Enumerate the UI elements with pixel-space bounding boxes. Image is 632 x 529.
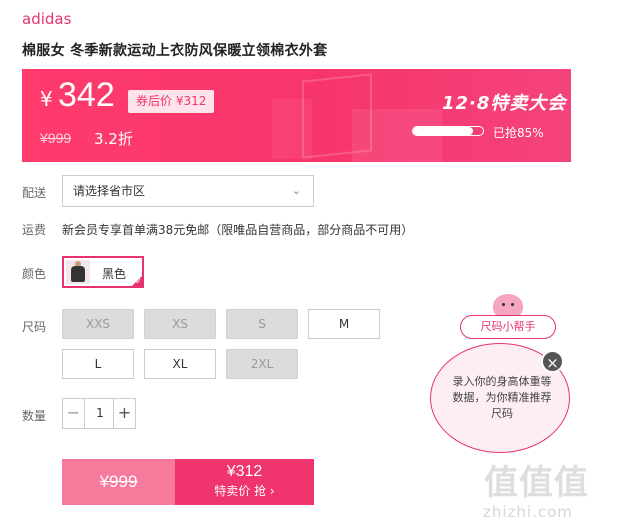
currency-symbol: ¥	[40, 87, 53, 111]
discount-label: 3.2折	[94, 130, 133, 148]
shipping-label: 运费	[22, 223, 47, 237]
size-option-xl[interactable]: XL	[144, 349, 216, 379]
delivery-label: 配送	[22, 186, 47, 200]
size-option-2xl[interactable]: 2XL	[226, 349, 298, 379]
watermark-logo: 值值值	[484, 463, 589, 503]
quantity-value[interactable]: 1	[86, 399, 114, 428]
original-price: ¥999	[40, 130, 72, 146]
chevron-down-icon: ⌄	[291, 184, 301, 197]
price-banner: ¥ 342 券后价 ¥312 ¥999 3.2折 12·8特卖大会 已抢85%	[22, 69, 571, 162]
buy-sale-price: ¥312	[226, 463, 263, 480]
size-option-xs[interactable]: XS	[144, 309, 216, 339]
buy-action-label: 特卖价 抢 ›	[214, 484, 275, 498]
watermark-url: zhizhi.com	[483, 503, 573, 521]
coupon-price-badge: 券后价 ¥312	[128, 90, 215, 113]
quantity-decrease-button[interactable]: −	[63, 399, 85, 428]
size-helper-tag[interactable]: 尺码小帮手	[460, 315, 556, 339]
buy-now-button[interactable]: ¥312 特卖价 抢 ›	[175, 459, 314, 505]
region-select[interactable]: 请选择省市区 ⌄	[62, 175, 314, 207]
sold-progress-bar	[412, 126, 484, 136]
shipping-info: 新会员专享首单满38元免邮（限唯品自营商品，部分商品不可用）	[62, 223, 414, 237]
color-option-black[interactable]: 黑色 ✓	[62, 256, 144, 288]
quantity-label: 数量	[22, 409, 47, 423]
current-price: 342	[58, 76, 115, 114]
color-thumbnail	[66, 260, 90, 284]
quantity-increase-button[interactable]: +	[113, 399, 135, 428]
size-label: 尺码	[22, 320, 47, 334]
size-option-xxs[interactable]: XXS	[62, 309, 134, 339]
size-option-l[interactable]: L	[62, 349, 134, 379]
brand-name[interactable]: adidas	[22, 10, 71, 28]
size-option-m[interactable]: M	[308, 309, 380, 339]
check-icon: ✓	[135, 277, 142, 286]
size-helper-text[interactable]: 录入你的身高体重等数据，为你精准推荐尺码	[452, 374, 552, 422]
color-label: 颜色	[22, 267, 47, 281]
color-option-label: 黑色	[102, 267, 127, 281]
original-price-button[interactable]: ¥999	[62, 459, 175, 505]
region-select-value: 请选择省市区	[73, 184, 146, 198]
product-title: 棉服女 冬季新款运动上衣防风保暖立领棉衣外套	[22, 43, 328, 59]
close-icon[interactable]: ×	[541, 350, 564, 373]
quantity-stepper: − 1 +	[62, 398, 136, 429]
sold-progress-fill	[413, 127, 473, 135]
sold-progress-label: 已抢85%	[493, 126, 544, 140]
size-option-s[interactable]: S	[226, 309, 298, 339]
sale-event-name: 12·8特卖大会	[442, 93, 567, 114]
